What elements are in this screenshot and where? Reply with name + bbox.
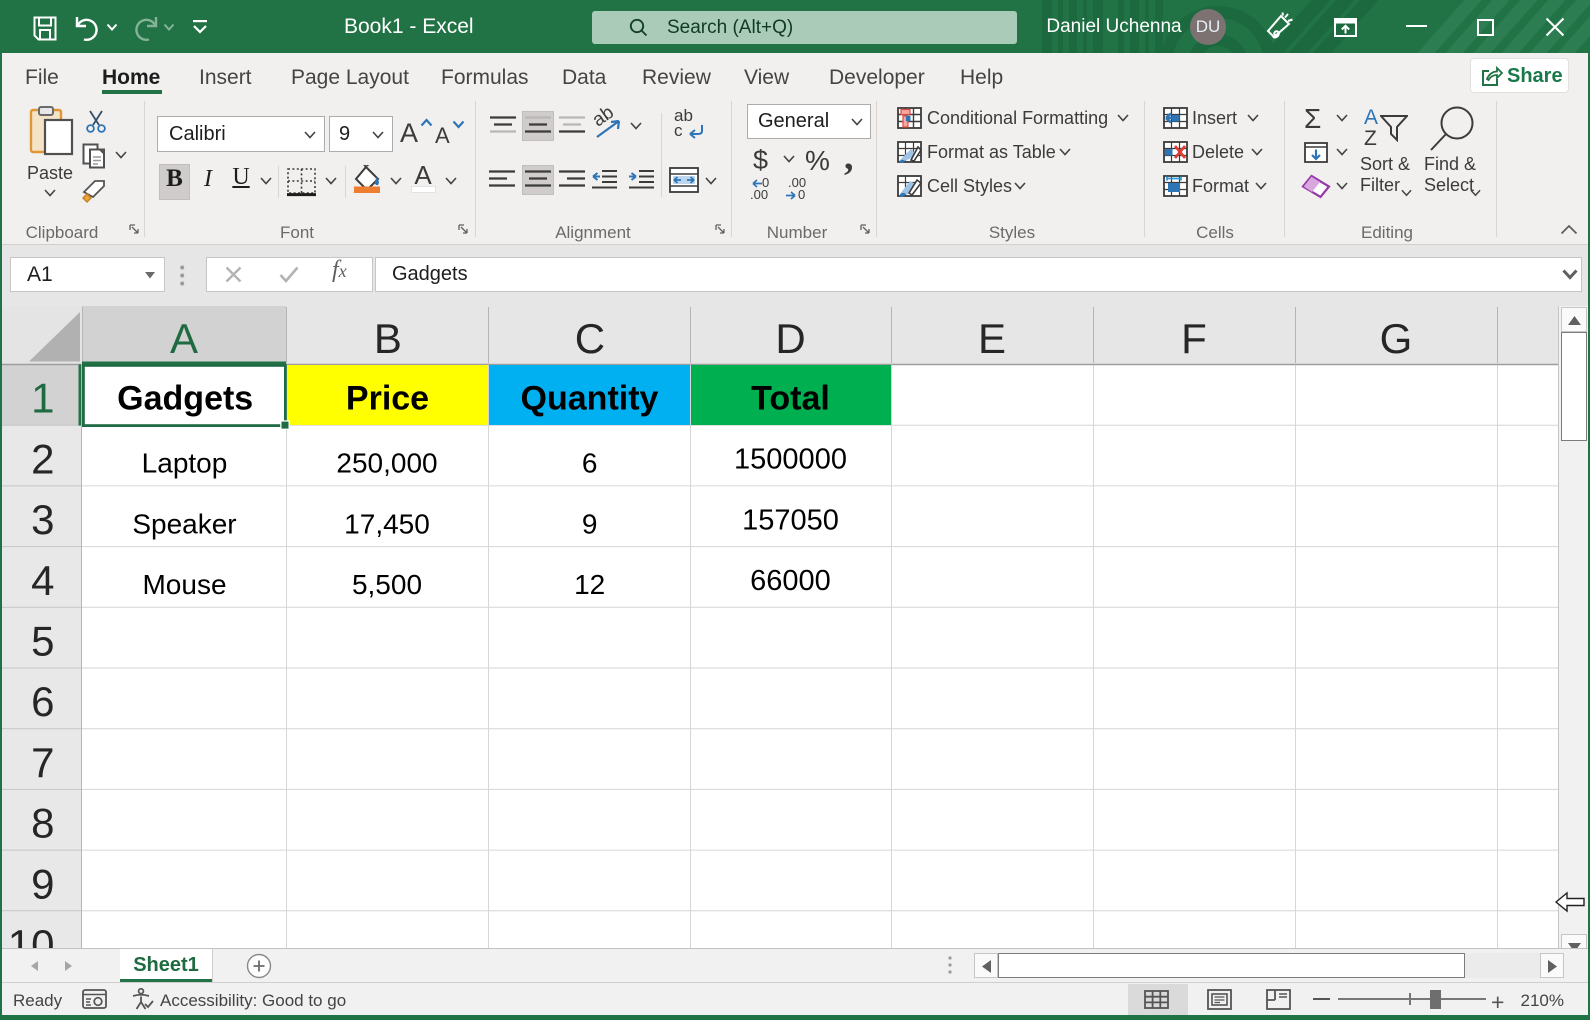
svg-text:8: 8	[31, 800, 54, 847]
svg-text:5: 5	[31, 618, 54, 665]
svg-text:G: G	[1380, 315, 1413, 362]
svg-text:9: 9	[31, 860, 54, 907]
svg-text:Gadgets: Gadgets	[117, 380, 253, 418]
svg-text:4: 4	[31, 557, 54, 604]
svg-text:D: D	[775, 315, 805, 362]
svg-text:66000: 66000	[750, 565, 831, 597]
svg-text:9: 9	[582, 508, 598, 539]
svg-text:Price: Price	[346, 380, 429, 418]
svg-text:E: E	[978, 315, 1006, 362]
svg-text:6: 6	[582, 448, 598, 479]
svg-text:Laptop: Laptop	[142, 448, 228, 479]
svg-text:1500000: 1500000	[734, 444, 847, 476]
svg-text:Mouse: Mouse	[142, 569, 226, 600]
svg-text:Quantity: Quantity	[521, 380, 659, 418]
svg-text:157050: 157050	[742, 504, 839, 536]
svg-text:2: 2	[31, 435, 54, 482]
svg-text:6: 6	[31, 678, 54, 725]
svg-text:7: 7	[31, 739, 54, 786]
svg-text:12: 12	[574, 569, 605, 600]
svg-text:A: A	[170, 315, 198, 362]
svg-text:1: 1	[31, 375, 54, 422]
svg-text:250,000: 250,000	[336, 448, 437, 479]
svg-text:10: 10	[8, 921, 55, 948]
svg-text:Total: Total	[751, 380, 830, 418]
svg-text:5,500: 5,500	[352, 569, 422, 600]
svg-text:B: B	[374, 315, 402, 362]
svg-text:C: C	[575, 315, 605, 362]
svg-text:F: F	[1181, 315, 1207, 362]
svg-text:3: 3	[31, 496, 54, 543]
svg-text:17,450: 17,450	[344, 508, 430, 539]
svg-text:Speaker: Speaker	[132, 508, 236, 539]
